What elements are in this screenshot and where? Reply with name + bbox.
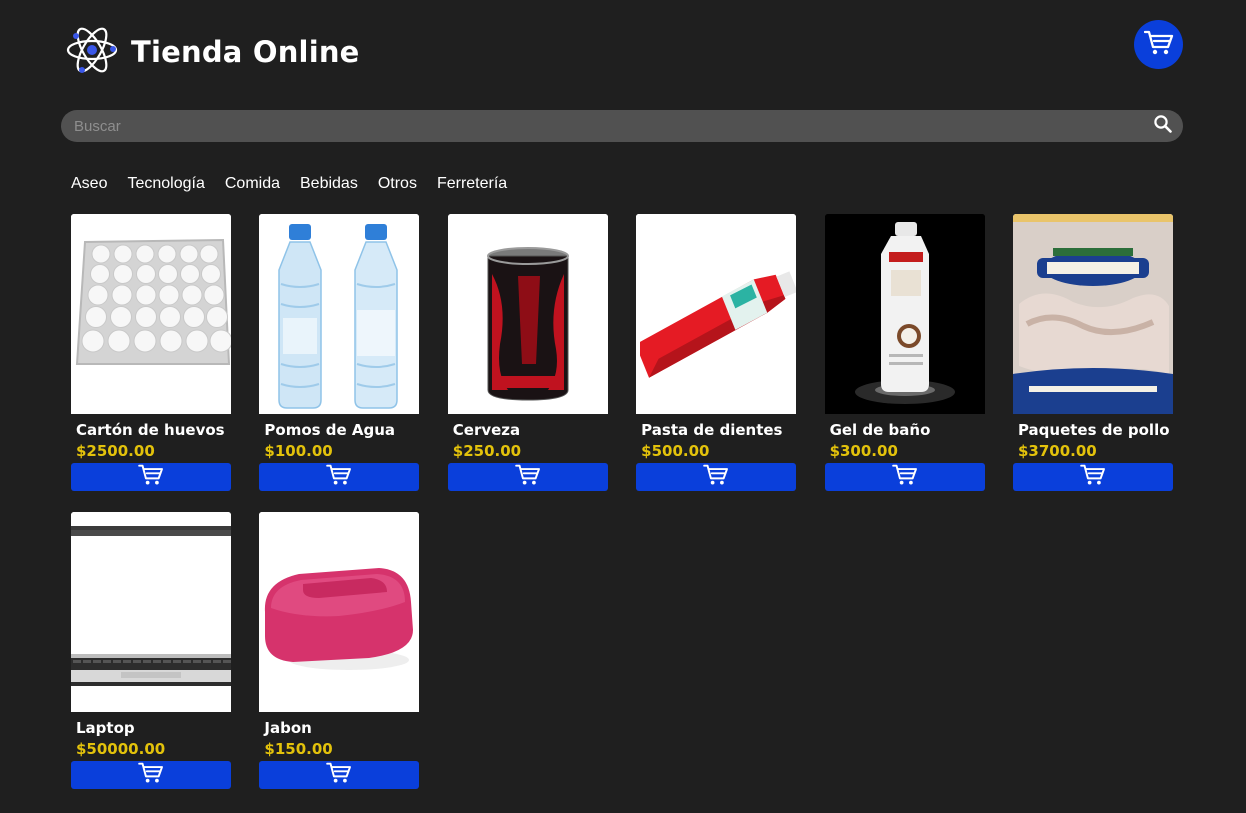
- cart-icon: [703, 464, 729, 490]
- add-to-cart-button[interactable]: [824, 463, 985, 491]
- add-to-cart-button[interactable]: [447, 463, 608, 491]
- category-aseo[interactable]: Aseo: [71, 174, 107, 194]
- add-to-cart-button[interactable]: [259, 761, 420, 789]
- cart-icon: [514, 464, 541, 490]
- search-input[interactable]: [61, 110, 1143, 142]
- category-tecnologia[interactable]: Tecnología: [127, 174, 204, 194]
- product-name: Cerveza: [452, 421, 521, 439]
- store-page: Tienda Online Aseo: [0, 0, 1246, 813]
- product-card: Cerveza $250.00: [447, 214, 608, 491]
- page-title: Tienda Online: [131, 35, 360, 69]
- product-name: Laptop: [76, 719, 135, 737]
- product-price: $150.00: [264, 740, 333, 758]
- product-grid: Cartón de huevos $2500.00 Pomos de Agua …: [71, 214, 1181, 789]
- product-card: Jabon $150.00: [259, 512, 420, 789]
- product-price: $500.00: [641, 442, 710, 460]
- cart-button[interactable]: [1134, 20, 1183, 69]
- cart-icon: [326, 464, 352, 490]
- product-price: $250.00: [452, 442, 522, 460]
- cart-icon: [138, 464, 164, 490]
- product-image-egg-carton[interactable]: [71, 214, 231, 414]
- product-price: $2500.00: [76, 442, 155, 460]
- product-name: Cartón de huevos: [76, 421, 225, 439]
- product-image-laptop[interactable]: [71, 512, 231, 712]
- product-name: Pasta de dientes: [641, 421, 783, 439]
- atom-icon: [66, 23, 118, 77]
- product-card: Pasta de dientes $500.00: [636, 214, 797, 491]
- product-name: Pomos de Agua: [264, 421, 396, 439]
- cart-icon: [138, 762, 164, 788]
- cart-icon: [1080, 464, 1106, 490]
- product-price: $300.00: [829, 442, 898, 460]
- product-price: $50000.00: [76, 740, 166, 758]
- product-image-shower-gel[interactable]: [824, 214, 985, 414]
- search-bar: [61, 110, 1183, 142]
- category-bebidas[interactable]: Bebidas: [300, 174, 358, 194]
- search-icon: [1153, 114, 1173, 138]
- product-name: Gel de baño: [829, 421, 931, 439]
- product-card: Gel de baño $300.00: [824, 214, 985, 491]
- search-button[interactable]: [1143, 110, 1183, 142]
- add-to-cart-button[interactable]: [71, 463, 231, 491]
- product-image-toothpaste[interactable]: [636, 214, 797, 414]
- cart-icon: [1143, 30, 1174, 60]
- product-price: $3700.00: [1017, 442, 1097, 460]
- product-card: Paquetes de pollo $3700.00: [1012, 214, 1173, 491]
- cart-icon: [891, 464, 918, 490]
- product-image-soap-bar[interactable]: [259, 512, 420, 712]
- category-nav: Aseo Tecnología Comida Bebidas Otros Fer…: [71, 174, 507, 194]
- add-to-cart-button[interactable]: [259, 463, 420, 491]
- add-to-cart-button[interactable]: [1012, 463, 1173, 491]
- product-image-beer-can[interactable]: [447, 214, 608, 414]
- product-image-chicken-pack[interactable]: [1012, 214, 1173, 414]
- add-to-cart-button[interactable]: [636, 463, 797, 491]
- product-price: $100.00: [264, 442, 333, 460]
- category-otros[interactable]: Otros: [378, 174, 417, 194]
- product-name: Jabon: [264, 719, 312, 737]
- category-comida[interactable]: Comida: [225, 174, 280, 194]
- product-image-water-bottles[interactable]: [259, 214, 420, 414]
- add-to-cart-button[interactable]: [71, 761, 231, 789]
- product-name: Paquetes de pollo: [1017, 421, 1170, 439]
- product-card: Cartón de huevos $2500.00: [71, 214, 231, 491]
- product-card: Laptop $50000.00: [71, 512, 231, 789]
- category-ferreteria[interactable]: Ferretería: [437, 174, 507, 194]
- product-card: Pomos de Agua $100.00: [259, 214, 420, 491]
- cart-icon: [326, 762, 352, 788]
